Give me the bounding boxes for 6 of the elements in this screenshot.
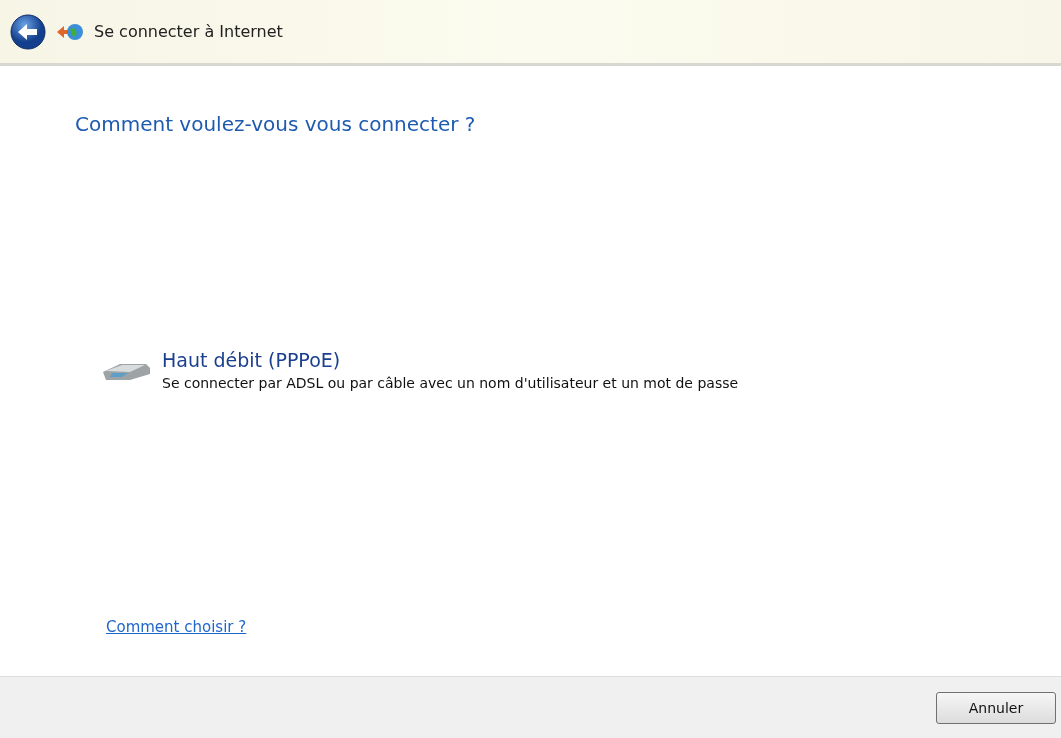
connection-option[interactable]: Haut débit (PPPoE) Se connecter par ADSL ou par câble avec un nom d'utilisateur et un mot de passe	[162, 349, 739, 391]
cancel-button[interactable]: Annuler	[936, 691, 1056, 724]
help-link[interactable]: Comment choisir ?	[106, 618, 247, 636]
wizard-heading: Comment voulez-vous vous connecter ?	[75, 112, 477, 136]
window-title: Se connecter à Internet	[94, 22, 283, 41]
back-button[interactable]	[10, 13, 46, 50]
